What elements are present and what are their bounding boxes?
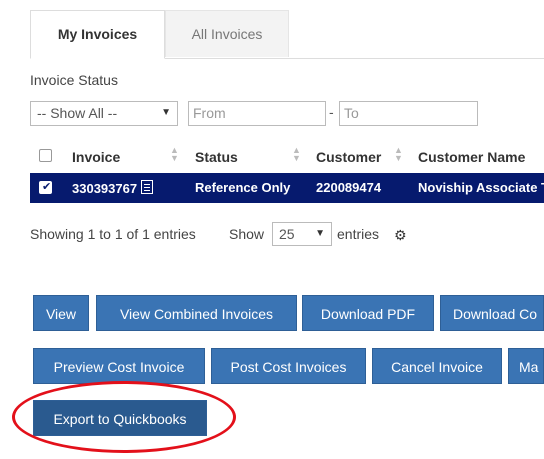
view-button[interactable]: View xyxy=(33,295,89,331)
chevron-down-icon: ▼ xyxy=(161,107,171,118)
cancel-invoice-button[interactable]: Cancel Invoice xyxy=(372,348,502,384)
check-icon: ✔ xyxy=(42,181,52,193)
invoice-number[interactable]: 330393767 xyxy=(72,181,137,196)
invoice-tabs: My Invoices All Invoices xyxy=(30,10,544,59)
status-cell: Reference Only xyxy=(195,180,291,195)
status-select-value: -- Show All -- xyxy=(37,105,118,121)
column-customer[interactable]: Customer xyxy=(316,149,381,165)
status-select[interactable]: -- Show All -- ▼ xyxy=(30,101,178,126)
show-label: Show xyxy=(229,226,265,242)
entries-info: Showing 1 to 1 of 1 entries xyxy=(30,226,196,242)
column-status[interactable]: Status xyxy=(195,149,238,165)
entries-label: entries xyxy=(337,226,380,242)
invoice-number-cell[interactable]: 330393767 xyxy=(72,180,154,196)
sort-icon[interactable]: ▲ ▼ xyxy=(170,146,179,163)
column-invoice[interactable]: Invoice xyxy=(72,149,120,165)
column-customer-name[interactable]: Customer Name xyxy=(418,149,525,165)
export-to-quickbooks-button[interactable]: Export to Quickbooks xyxy=(33,400,207,436)
page-size-value: 25 xyxy=(279,226,295,242)
gear-icon[interactable]: ⚙ xyxy=(394,227,407,244)
customer-cell: 220089474 xyxy=(316,180,382,195)
document-icon[interactable] xyxy=(141,180,154,194)
row-checkbox[interactable]: ✔ xyxy=(39,181,52,194)
download-pdf-button[interactable]: Download PDF xyxy=(302,295,434,331)
tab-my-invoices[interactable]: My Invoices xyxy=(30,10,165,59)
tab-all-invoices[interactable]: All Invoices xyxy=(165,10,289,57)
sort-icon[interactable]: ▲ ▼ xyxy=(394,146,403,163)
chevron-down-icon: ▼ xyxy=(315,228,325,239)
select-all-checkbox[interactable] xyxy=(39,149,52,162)
preview-cost-invoice-button[interactable]: Preview Cost Invoice xyxy=(33,348,205,384)
post-cost-invoices-button[interactable]: Post Cost Invoices xyxy=(211,348,366,384)
table-header: Invoice ▲ ▼ Status ▲ ▼ Customer ▲ ▼ Custome… xyxy=(30,146,544,170)
from-date-input[interactable]: From xyxy=(188,101,326,126)
view-combined-invoices-button[interactable]: View Combined Invoices xyxy=(96,295,297,331)
table-row[interactable]: ✔ 330393767 Reference Only 220089474 Nov… xyxy=(30,173,544,203)
page-size-select[interactable]: 25 ▼ xyxy=(272,222,332,246)
to-date-input[interactable]: To xyxy=(339,101,478,126)
invoice-status-label: Invoice Status xyxy=(30,72,118,88)
more-action-button[interactable]: Ma xyxy=(508,348,544,384)
customer-name-cell: Noviship Associate To xyxy=(418,180,544,195)
range-separator: - xyxy=(329,104,334,120)
download-button[interactable]: Download Co xyxy=(440,295,544,331)
sort-icon[interactable]: ▲ ▼ xyxy=(292,146,301,163)
